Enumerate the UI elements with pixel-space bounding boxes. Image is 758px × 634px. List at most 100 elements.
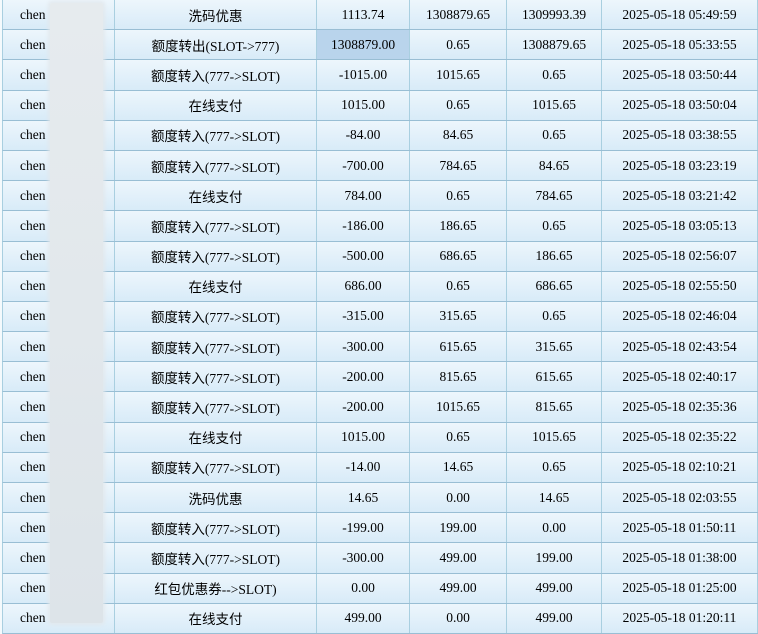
transaction-type-cell: 洗码优惠: [115, 0, 317, 30]
balance-before-cell: 1015.65: [410, 60, 507, 90]
timestamp-cell: 2025-05-18 02:46:04: [602, 301, 758, 332]
transaction-type-cell: 额度转入(777->SLOT): [115, 241, 317, 271]
amount-cell: -300.00: [317, 543, 410, 573]
table-row[interactable]: chen 额度转入(777->SLOT) -186.00 186.65 0.65…: [2, 211, 758, 242]
amount-cell: -1015.00: [317, 60, 410, 90]
transaction-type-cell: 红包优惠券-->SLOT): [115, 573, 317, 603]
balance-before-cell: 199.00: [410, 513, 507, 543]
timestamp-cell: 2025-05-18 02:55:50: [602, 271, 758, 301]
transaction-type-cell: 额度转入(777->SLOT): [115, 211, 317, 241]
amount-cell: -315.00: [317, 301, 410, 332]
transaction-type-cell: 在线支付: [115, 90, 317, 120]
timestamp-cell: 2025-05-18 01:25:00: [602, 573, 758, 603]
table-row[interactable]: chen 红包优惠券-->SLOT) 0.00 499.00 499.00 20…: [2, 573, 758, 604]
timestamp-cell: 2025-05-18 05:49:59: [602, 0, 758, 30]
transaction-type-cell: 额度转入(777->SLOT): [115, 362, 317, 392]
table-row[interactable]: chen 洗码优惠 14.65 0.00 14.65 2025-05-18 02…: [2, 483, 758, 514]
table-row[interactable]: chen 额度转入(777->SLOT) -200.00 815.65 615.…: [2, 362, 758, 393]
amount-cell: 14.65: [317, 483, 410, 513]
balance-after-cell: 615.65: [507, 362, 602, 392]
balance-before-cell: 815.65: [410, 362, 507, 392]
balance-after-cell: 0.65: [507, 120, 602, 150]
transaction-type-cell: 额度转入(777->SLOT): [115, 60, 317, 90]
table-row[interactable]: chen 在线支付 1015.00 0.65 1015.65 2025-05-1…: [2, 422, 758, 453]
table-row[interactable]: chen 额度转入(777->SLOT) -1015.00 1015.65 0.…: [2, 60, 758, 91]
balance-after-cell: 315.65: [507, 332, 602, 362]
amount-cell: 1308879.00: [317, 30, 410, 60]
timestamp-cell: 2025-05-18 03:05:13: [602, 211, 758, 241]
balance-after-cell: 84.65: [507, 150, 602, 181]
balance-after-cell: 1015.65: [507, 90, 602, 120]
transaction-type-cell: 额度转入(777->SLOT): [115, 543, 317, 573]
amount-cell: -500.00: [317, 241, 410, 271]
timestamp-cell: 2025-05-18 03:38:55: [602, 120, 758, 150]
timestamp-cell: 2025-05-18 01:20:11: [602, 603, 758, 633]
timestamp-cell: 2025-05-18 03:23:19: [602, 150, 758, 181]
balance-before-cell: 784.65: [410, 150, 507, 181]
amount-cell: -700.00: [317, 150, 410, 181]
balance-before-cell: 0.65: [410, 30, 507, 60]
balance-after-cell: 0.65: [507, 452, 602, 482]
table-row[interactable]: chen 额度转入(777->SLOT) -700.00 784.65 84.6…: [2, 150, 758, 182]
balance-before-cell: 0.00: [410, 603, 507, 633]
timestamp-cell: 2025-05-18 05:33:55: [602, 30, 758, 60]
transaction-type-cell: 在线支付: [115, 422, 317, 452]
balance-after-cell: 199.00: [507, 543, 602, 573]
table-row[interactable]: chen 额度转入(777->SLOT) -199.00 199.00 0.00…: [2, 513, 758, 544]
table-row[interactable]: chen 额度转入(777->SLOT) -84.00 84.65 0.65 2…: [2, 120, 758, 151]
balance-before-cell: 1308879.65: [410, 0, 507, 30]
balance-after-cell: 815.65: [507, 392, 602, 422]
balance-after-cell: 0.65: [507, 60, 602, 90]
timestamp-cell: 2025-05-18 01:50:11: [602, 513, 758, 543]
transaction-type-cell: 额度转入(777->SLOT): [115, 120, 317, 150]
timestamp-cell: 2025-05-18 02:43:54: [602, 332, 758, 362]
table-row[interactable]: chen 在线支付 499.00 0.00 499.00 2025-05-18 …: [2, 603, 758, 634]
balance-before-cell: 499.00: [410, 543, 507, 573]
table-row[interactable]: chen 额度转入(777->SLOT) -14.00 14.65 0.65 2…: [2, 452, 758, 483]
table-row[interactable]: chen 在线支付 686.00 0.65 686.65 2025-05-18 …: [2, 271, 758, 302]
timestamp-cell: 2025-05-18 03:21:42: [602, 181, 758, 211]
balance-after-cell: 186.65: [507, 241, 602, 271]
balance-before-cell: 0.65: [410, 181, 507, 211]
amount-cell: 1113.74: [317, 0, 410, 30]
table-row[interactable]: chen 额度转入(777->SLOT) -200.00 1015.65 815…: [2, 392, 758, 423]
balance-after-cell: 686.65: [507, 271, 602, 301]
table-row[interactable]: chen 在线支付 1015.00 0.65 1015.65 2025-05-1…: [2, 90, 758, 121]
balance-before-cell: 1015.65: [410, 392, 507, 422]
balance-after-cell: 0.65: [507, 211, 602, 241]
table-row[interactable]: chen 在线支付 784.00 0.65 784.65 2025-05-18 …: [2, 181, 758, 212]
timestamp-cell: 2025-05-18 02:35:36: [602, 392, 758, 422]
balance-after-cell: 1308879.65: [507, 30, 602, 60]
amount-cell: 686.00: [317, 271, 410, 301]
transaction-type-cell: 额度转出(SLOT->777): [115, 30, 317, 60]
table-row[interactable]: chen 额度转出(SLOT->777) 1308879.00 0.65 130…: [2, 30, 758, 61]
amount-cell: -186.00: [317, 211, 410, 241]
amount-cell: 0.00: [317, 573, 410, 603]
balance-before-cell: 0.65: [410, 422, 507, 452]
balance-after-cell: 0.65: [507, 301, 602, 332]
amount-cell: 1015.00: [317, 90, 410, 120]
table-row[interactable]: chen 额度转入(777->SLOT) -300.00 615.65 315.…: [2, 332, 758, 363]
transaction-type-cell: 洗码优惠: [115, 483, 317, 513]
balance-after-cell: 499.00: [507, 603, 602, 633]
balance-before-cell: 686.65: [410, 241, 507, 271]
amount-cell: -200.00: [317, 362, 410, 392]
amount-cell: 499.00: [317, 603, 410, 633]
timestamp-cell: 2025-05-18 02:10:21: [602, 452, 758, 482]
table-row[interactable]: chen 额度转入(777->SLOT) -300.00 499.00 199.…: [2, 543, 758, 574]
table-row[interactable]: chen 额度转入(777->SLOT) -500.00 686.65 186.…: [2, 241, 758, 272]
balance-before-cell: 615.65: [410, 332, 507, 362]
balance-after-cell: 1309993.39: [507, 0, 602, 30]
balance-before-cell: 14.65: [410, 452, 507, 482]
timestamp-cell: 2025-05-18 03:50:44: [602, 60, 758, 90]
table-row[interactable]: chen 额度转入(777->SLOT) -315.00 315.65 0.65…: [2, 301, 758, 333]
timestamp-cell: 2025-05-18 02:35:22: [602, 422, 758, 452]
balance-after-cell: 499.00: [507, 573, 602, 603]
table-row[interactable]: chen 洗码优惠 1113.74 1308879.65 1309993.39 …: [2, 0, 758, 31]
transaction-type-cell: 额度转入(777->SLOT): [115, 513, 317, 543]
timestamp-cell: 2025-05-18 01:38:00: [602, 543, 758, 573]
amount-cell: -200.00: [317, 392, 410, 422]
transaction-type-cell: 额度转入(777->SLOT): [115, 332, 317, 362]
transaction-type-cell: 额度转入(777->SLOT): [115, 150, 317, 181]
timestamp-cell: 2025-05-18 03:50:04: [602, 90, 758, 120]
